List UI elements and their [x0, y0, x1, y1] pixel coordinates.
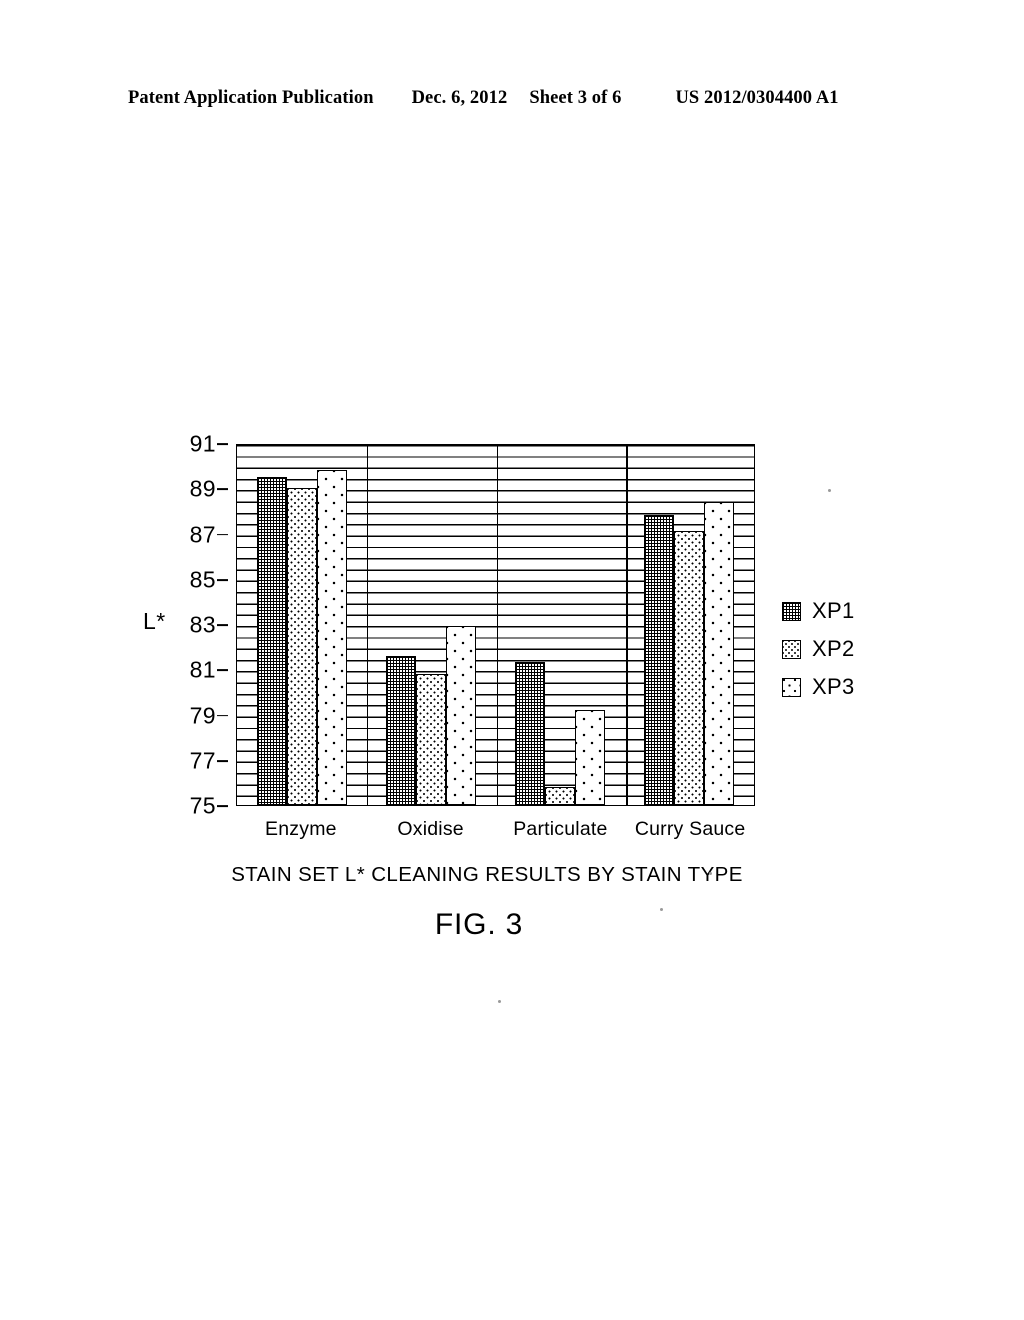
plot-area: [236, 444, 755, 806]
bars-layer: [237, 445, 754, 805]
legend-label: XP3: [812, 674, 855, 699]
figure-caption-text: FIG. 3: [434, 908, 524, 941]
scan-speck: [828, 489, 831, 492]
figure-caption: FIG. 3: [0, 908, 1024, 942]
bar-xp2-curry-sauce: [674, 531, 705, 805]
y-axis-tick-label: 91: [189, 430, 216, 457]
y-axis-tick-mark: [217, 443, 228, 445]
bar-xp1-curry-sauce: [644, 515, 675, 805]
legend-item-xp1: XP1: [782, 592, 902, 630]
y-axis-tick-mark: [217, 714, 228, 717]
bar-xp1-enzyme: [256, 476, 287, 805]
legend-label: XP1: [812, 598, 855, 623]
bar-group: [496, 445, 625, 805]
bar-xp3-curry-sauce: [704, 501, 735, 805]
y-axis-tick-mark: [217, 624, 228, 626]
y-axis-tick-label: 83: [189, 611, 216, 638]
figure-3: 91 89 87 85 83 81 79 77 75 L* Enzyme Oxidise Parti…: [0, 0, 1024, 1320]
chart-title-text: STAIN SET L* CLEANING RESULTS BY STAIN T…: [231, 863, 743, 886]
x-axis-category-label: Oxidise: [397, 818, 464, 840]
scan-speck: [709, 872, 712, 875]
bar-group: [366, 445, 495, 805]
x-axis-category-label: Enzyme: [265, 818, 337, 840]
chart-title: STAIN SET L* CLEANING RESULTS BY STAIN T…: [0, 863, 1024, 887]
bar-group: [237, 445, 366, 805]
bar-xp1-particulate: [515, 662, 546, 805]
bar-xp2-particulate: [545, 786, 576, 805]
y-axis-tick-mark: [217, 759, 228, 762]
legend-swatch-icon: [782, 639, 801, 659]
bar-xp2-enzyme: [286, 488, 317, 805]
x-axis-category-label: Particulate: [513, 818, 608, 840]
y-axis-tick-mark: [217, 669, 228, 672]
scan-speck: [660, 908, 663, 911]
y-axis-tick-label: 79: [189, 702, 216, 728]
legend-swatch-icon: [782, 601, 801, 621]
y-axis-tick-label: 77: [189, 747, 216, 774]
legend-item-xp3: XP3: [782, 668, 902, 706]
y-axis-title: L*: [143, 608, 166, 634]
y-axis-tick-label: 75: [189, 792, 216, 819]
y-axis-tick-mark: [217, 488, 228, 491]
y-axis-tick-label: 81: [189, 656, 216, 683]
x-axis-category-label: Curry Sauce: [634, 818, 746, 840]
y-axis-tick-mark: [217, 805, 228, 807]
y-axis-tick-mark: [217, 533, 228, 536]
bar-xp3-enzyme: [316, 470, 347, 805]
legend-item-xp2: XP2: [782, 630, 902, 668]
y-axis-tick-mark: [217, 578, 228, 581]
y-axis-tick-label: 85: [189, 566, 216, 593]
bar-group: [625, 445, 754, 805]
y-axis-tick-label: 89: [189, 475, 216, 502]
legend-swatch-icon: [782, 677, 801, 697]
scan-speck: [498, 1000, 501, 1003]
bar-xp3-oxidise: [445, 626, 476, 805]
bar-xp1-oxidise: [385, 655, 416, 805]
chart-legend: XP1 XP2 XP3: [782, 592, 902, 706]
legend-label: XP2: [812, 636, 855, 661]
x-axis-labels: Enzyme Oxidise Particulate Curry Sauce: [236, 818, 755, 841]
bar-xp3-particulate: [575, 709, 606, 805]
bar-xp2-oxidise: [415, 673, 446, 805]
y-axis-tick-label: 87: [189, 521, 216, 547]
